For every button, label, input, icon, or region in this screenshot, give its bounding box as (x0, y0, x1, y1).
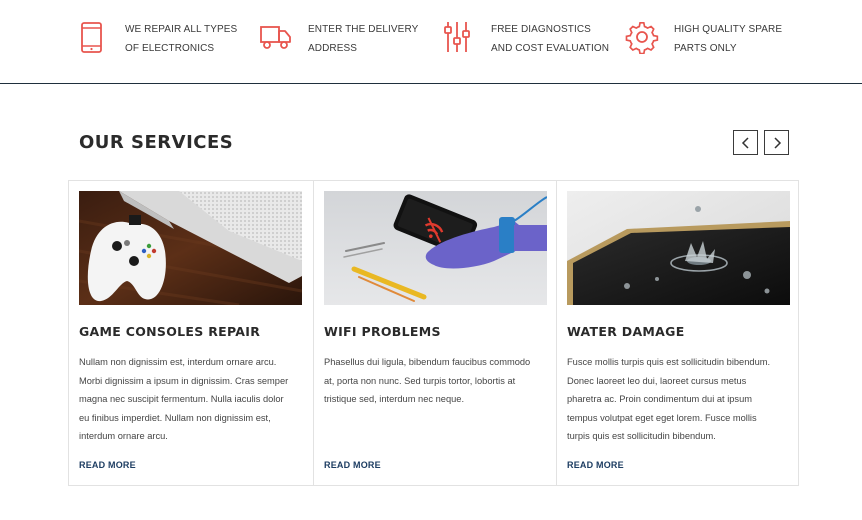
carousel-next-button[interactable] (764, 130, 789, 155)
service-card: WATER DAMAGE Fusce mollis turpis quis es… (556, 181, 798, 485)
card-text-line: turpis quis est sollicitudin bibendum. (567, 431, 716, 442)
read-more-link[interactable]: READ MORE (567, 460, 624, 470)
card-text-line: tristique sed, interdum nec neque. (324, 394, 465, 405)
chevron-right-icon (774, 137, 782, 149)
feature-line: HIGH QUALITY SPARE (674, 24, 783, 35)
service-card: WIFI PROBLEMS Phasellus dui ligula, bibe… (313, 181, 556, 485)
feature-text: ENTER THE DELIVERY ADDRESS (308, 20, 508, 58)
card-text-line: Morbi dignissim a ipsum in dignissim. Cr… (79, 375, 289, 386)
smartphone-icon (81, 22, 102, 53)
feature-text: HIGH QUALITY SPARE PARTS ONLY (674, 20, 862, 58)
read-more-link[interactable]: READ MORE (79, 460, 136, 470)
card-text-line: interdum ornare arcu. (79, 431, 168, 442)
card-title: WIFI PROBLEMS (324, 324, 441, 339)
features-strip: WE REPAIR ALL TYPES OF ELECTRONICS ENTER… (0, 0, 862, 84)
service-card: GAME CONSOLES REPAIR Nullam non dignissi… (69, 181, 313, 485)
water-splash-device-photo[interactable] (567, 191, 790, 305)
feature-line: OF ELECTRONICS (125, 43, 215, 54)
card-text-line: eu finibus imperdiet. Nullam non digniss… (79, 412, 271, 423)
read-more-link[interactable]: READ MORE (324, 460, 381, 470)
feature-line: ENTER THE DELIVERY (308, 24, 419, 35)
feature-line: ADDRESS (308, 43, 358, 54)
card-description: Phasellus dui ligula, bibendum faucibus … (324, 353, 547, 409)
delivery-truck-icon (260, 26, 291, 49)
section-title: OUR SERVICES (79, 132, 234, 153)
feature-line: AND COST EVALUATION (491, 43, 610, 54)
game-console-photo[interactable] (79, 191, 302, 305)
card-text-line: Nullam non dignissim est, interdum ornar… (79, 357, 277, 367)
card-text-line: Fusce mollis turpis quis est sollicitudi… (567, 357, 771, 367)
card-text-line: Donec laoreet leo dui, laoreet cursus me… (567, 375, 747, 386)
gear-icon (625, 21, 659, 54)
sliders-icon (444, 22, 470, 52)
phone-wifi-repair-photo[interactable] (324, 191, 547, 305)
card-description: Fusce mollis turpis quis est sollicitudi… (567, 353, 790, 446)
carousel-prev-button[interactable] (733, 130, 758, 155)
card-description: Nullam non dignissim est, interdum ornar… (79, 353, 302, 446)
feature-line: FREE DIAGNOSTICS (491, 24, 591, 35)
card-text-line: pharetra ac. Proin condimentum dui at ip… (567, 394, 752, 405)
feature-line: PARTS ONLY (674, 43, 737, 54)
card-text-line: at, porta non nunc. Sed turpis tortor, l… (324, 375, 516, 386)
services-carousel: GAME CONSOLES REPAIR Nullam non dignissi… (68, 180, 799, 486)
card-title: GAME CONSOLES REPAIR (79, 324, 261, 339)
feature-text: WE REPAIR ALL TYPES OF ELECTRONICS (125, 20, 325, 58)
feature-line: WE REPAIR ALL TYPES (125, 24, 238, 35)
feature-text: FREE DIAGNOSTICS AND COST EVALUATION (491, 20, 691, 58)
chevron-left-icon (741, 137, 749, 149)
card-text-line: magna nec suscipit fermentum. Nulla iacu… (79, 394, 284, 405)
card-text-line: tempus volutpat eget eget lorem. Fusce m… (567, 412, 757, 423)
card-title: WATER DAMAGE (567, 324, 685, 339)
card-text-line: Phasellus dui ligula, bibendum faucibus … (324, 357, 531, 367)
